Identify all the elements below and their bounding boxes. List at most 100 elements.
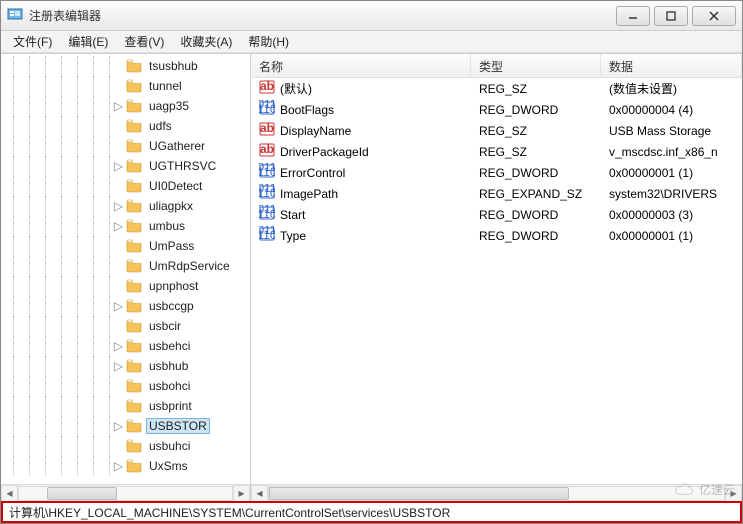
tree-item-label: tsusbhub	[146, 58, 201, 74]
tree-item-ui0detect[interactable]: ▷UI0Detect	[3, 176, 250, 196]
tree-item-ugatherer[interactable]: ▷UGatherer	[3, 136, 250, 156]
value-row[interactable]: ab DriverPackageId REG_SZv_mscdsc.inf_x86_…	[251, 141, 742, 162]
tree-item-umpass[interactable]: ▷UmPass	[3, 236, 250, 256]
value-data: (数值未设置)	[601, 80, 742, 97]
value-type-icon: 011110	[259, 226, 275, 245]
tree-item-tunnel[interactable]: ▷tunnel	[3, 76, 250, 96]
tree-item-usbcir[interactable]: ▷usbcir	[3, 316, 250, 336]
value-row[interactable]: 011110StartREG_DWORD0x00000003 (3)	[251, 204, 742, 225]
value-data: system32\DRIVERS	[601, 187, 742, 201]
tree-item-ugthrsvc[interactable]: ▷UGTHRSVC	[3, 156, 250, 176]
titlebar[interactable]: 注册表编辑器	[1, 1, 742, 31]
scroll-track[interactable]	[18, 486, 233, 501]
value-data: 0x00000001 (1)	[601, 166, 742, 180]
value-type-icon: ab	[259, 121, 275, 140]
col-header-data[interactable]: 数据	[601, 54, 742, 77]
minimize-button[interactable]	[616, 6, 650, 26]
value-row[interactable]: 011110ImagePathREG_EXPAND_SZsystem32\DRI…	[251, 183, 742, 204]
tree-item-label: UmRdpService	[146, 258, 233, 274]
tree-item-label: UGTHRSVC	[146, 158, 219, 174]
registry-editor-window: 注册表编辑器 文件(F) 编辑(E) 查看(V) 收藏夹(A) 帮助(H) ▷t…	[0, 0, 743, 524]
values-list[interactable]: ab (默认) REG_SZ (数值未设置) 011110 BootFlags REG_DW…	[251, 78, 742, 484]
watermark-text: 亿速云	[699, 481, 735, 498]
value-name: (默认)	[280, 80, 312, 97]
tree-item-uliagpkx[interactable]: ▷uliagpkx	[3, 196, 250, 216]
tree-item-label: UxSms	[146, 458, 191, 474]
menu-edit[interactable]: 编辑(E)	[60, 31, 116, 52]
value-type-icon: ab	[259, 79, 275, 98]
values-header: 名称 类型 数据	[251, 54, 742, 78]
tree-item-label: usbehci	[146, 338, 193, 354]
value-type: REG_SZ	[471, 124, 601, 138]
window-controls	[612, 6, 736, 26]
tree-item-usbohci[interactable]: ▷usbohci	[3, 376, 250, 396]
tree-item-label: usbprint	[146, 398, 195, 414]
tree-item-usbccgp[interactable]: ▷usbccgp	[3, 296, 250, 316]
menu-view[interactable]: 查看(V)	[116, 31, 172, 52]
tree-item-udfs[interactable]: ▷udfs	[3, 116, 250, 136]
menu-help[interactable]: 帮助(H)	[240, 31, 297, 52]
value-row[interactable]: 011110ErrorControlREG_DWORD0x00000001 (1…	[251, 162, 742, 183]
menu-bar: 文件(F) 编辑(E) 查看(V) 收藏夹(A) 帮助(H)	[1, 31, 742, 53]
tree-item-label: usbhub	[146, 358, 191, 374]
svg-text:110: 110	[259, 165, 275, 179]
col-header-name[interactable]: 名称	[251, 54, 471, 77]
value-row[interactable]: 011110TypeREG_DWORD0x00000001 (1)	[251, 225, 742, 246]
scroll-thumb[interactable]	[269, 487, 569, 500]
menu-file[interactable]: 文件(F)	[5, 31, 60, 52]
tree-item-uagp35[interactable]: ▷uagp35	[3, 96, 250, 116]
tree-item-usbuhci[interactable]: ▷usbuhci	[3, 436, 250, 456]
value-name: BootFlags	[280, 103, 334, 117]
value-type-icon: 011110	[259, 100, 275, 119]
svg-text:110: 110	[259, 228, 275, 242]
tree-item-label: udfs	[146, 118, 175, 134]
tree-item-label: USBSTOR	[146, 418, 210, 434]
tree-item-label: usbuhci	[146, 438, 193, 454]
close-button[interactable]	[692, 6, 736, 26]
value-type-icon: 011110	[259, 205, 275, 224]
tree-item-umrdpservice[interactable]: ▷UmRdpService	[3, 256, 250, 276]
scroll-thumb[interactable]	[47, 487, 117, 500]
svg-text:ab: ab	[260, 142, 274, 156]
col-header-type[interactable]: 类型	[471, 54, 601, 77]
tree-item-tsusbhub[interactable]: ▷tsusbhub	[3, 56, 250, 76]
value-row[interactable]: ab DisplayName REG_SZUSB Mass Storage	[251, 120, 742, 141]
values-pane: 名称 类型 数据 ab (默认) REG_SZ (数值未设置) 011110 BootFl…	[251, 54, 742, 501]
tree-item-uxsms[interactable]: ▷UxSms	[3, 456, 250, 476]
value-name: DriverPackageId	[280, 145, 369, 159]
svg-text:110: 110	[259, 186, 275, 200]
tree-item-usbstor[interactable]: ▷USBSTOR	[3, 416, 250, 436]
tree-item-label: usbohci	[146, 378, 193, 394]
value-data: USB Mass Storage	[601, 124, 742, 138]
scroll-track[interactable]	[268, 486, 725, 501]
value-type: REG_SZ	[471, 145, 601, 159]
tree-hscroll[interactable]: ◂ ▸	[1, 484, 250, 501]
tree-item-label: uliagpkx	[146, 198, 196, 214]
tree-item-upnphost[interactable]: ▷upnphost	[3, 276, 250, 296]
value-type: REG_DWORD	[471, 229, 601, 243]
value-data: v_mscdsc.inf_x86_n	[601, 145, 742, 159]
value-row[interactable]: 011110BootFlagsREG_DWORD0x00000004 (4)	[251, 99, 742, 120]
tree-item-label: UI0Detect	[146, 178, 205, 194]
svg-text:110: 110	[259, 207, 275, 221]
svg-text:ab: ab	[260, 121, 274, 135]
tree-item-label: usbcir	[146, 318, 184, 334]
tree-item-usbehci[interactable]: ▷usbehci	[3, 336, 250, 356]
value-row[interactable]: ab(默认)REG_SZ(数值未设置)	[251, 78, 742, 99]
watermark: 亿速云	[673, 481, 735, 498]
tree-pane[interactable]: ▷tsusbhub▷tunnel▷uagp35▷udfs▷UGatherer▷U…	[1, 54, 251, 501]
tree-item-usbhub[interactable]: ▷usbhub	[3, 356, 250, 376]
menu-favorites[interactable]: 收藏夹(A)	[172, 31, 240, 52]
value-name: DisplayName	[280, 124, 351, 138]
tree-item-usbprint[interactable]: ▷usbprint	[3, 396, 250, 416]
scroll-left-icon[interactable]: ◂	[251, 485, 268, 502]
tree-item-umbus[interactable]: ▷umbus	[3, 216, 250, 236]
maximize-button[interactable]	[654, 6, 688, 26]
scroll-left-icon[interactable]: ◂	[1, 485, 18, 502]
value-data: 0x00000004 (4)	[601, 103, 742, 117]
value-name: ImagePath	[280, 187, 338, 201]
value-data: 0x00000003 (3)	[601, 208, 742, 222]
values-hscroll[interactable]: ◂ ▸	[251, 484, 742, 501]
scroll-right-icon[interactable]: ▸	[233, 485, 250, 502]
value-name: Start	[280, 208, 305, 222]
